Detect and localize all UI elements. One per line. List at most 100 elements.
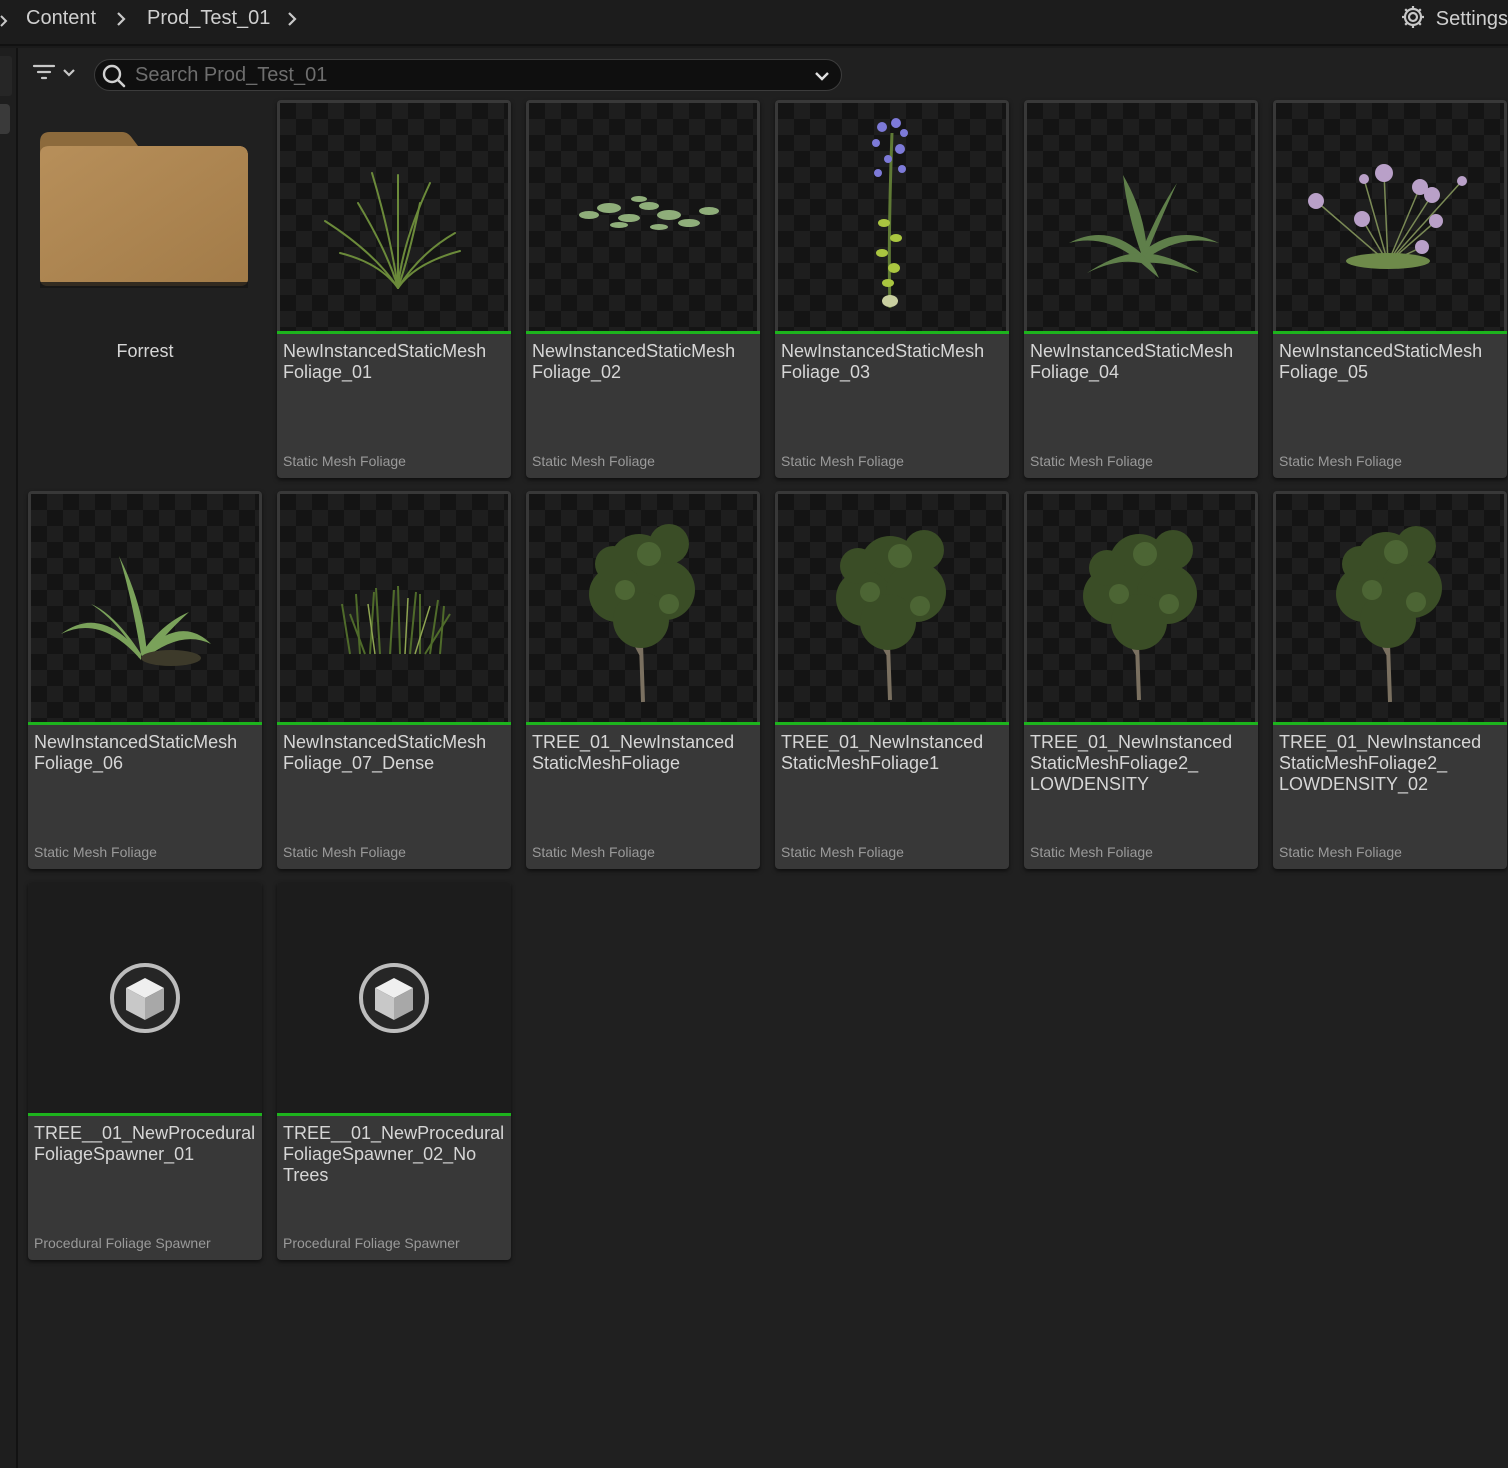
asset-type: Static Mesh Foliage — [781, 844, 904, 860]
spawner-cube-icon — [110, 963, 180, 1033]
asset-thumbnail — [280, 103, 508, 331]
asset-name: NewInstancedStaticMesh Foliage_07_Dense — [283, 732, 487, 773]
asset-type: Static Mesh Foliage — [1279, 844, 1402, 860]
asset-type: Procedural Foliage Spawner — [283, 1235, 460, 1251]
chevron-right-icon[interactable] — [0, 11, 12, 31]
grass-tuft-icon — [324, 172, 461, 289]
asset-tile[interactable]: NewInstancedStaticMesh Foliage_01 Static… — [277, 100, 511, 478]
asset-tile[interactable]: NewInstancedStaticMesh Foliage_04 Static… — [1024, 100, 1258, 478]
chevron-right-icon[interactable] — [285, 9, 299, 29]
gear-icon — [1400, 4, 1426, 35]
settings-label: Settings — [1435, 7, 1508, 30]
panel-handle[interactable] — [0, 104, 10, 134]
asset-tile[interactable]: TREE_01_NewInstanced StaticMeshFoliage1 … — [775, 491, 1009, 869]
asset-tile[interactable]: TREE_01_NewInstanced StaticMeshFoliage2_… — [1273, 491, 1507, 869]
asset-type: Static Mesh Foliage — [34, 844, 157, 860]
asset-name: NewInstancedStaticMesh Foliage_03 — [781, 341, 985, 382]
breadcrumb-item-content[interactable]: Content — [26, 7, 96, 30]
asset-type-color-bar — [526, 722, 760, 725]
asset-type: Static Mesh Foliage — [532, 844, 655, 860]
asset-type: Static Mesh Foliage — [1030, 453, 1153, 469]
asset-tile[interactable]: TREE__01_NewProcedural FoliageSpawner_01… — [28, 882, 262, 1260]
search-icon — [101, 63, 127, 89]
chevron-down-icon — [62, 65, 76, 83]
folder-icon — [38, 130, 250, 295]
asset-type-color-bar — [277, 722, 511, 725]
dense-grass-icon — [341, 585, 451, 655]
asset-tile[interactable]: NewInstancedStaticMesh Foliage_07_Dense … — [277, 491, 511, 869]
asset-thumbnail — [31, 494, 259, 722]
asset-thumbnail — [1027, 494, 1255, 722]
asset-name: TREE__01_NewProcedural FoliageSpawner_02… — [283, 1123, 505, 1185]
fern-icon — [61, 556, 211, 666]
asset-name: TREE_01_NewInstanced StaticMeshFoliage — [532, 732, 735, 773]
asset-type: Procedural Foliage Spawner — [34, 1235, 211, 1251]
ground-leaves-icon — [579, 196, 719, 230]
asset-name: TREE_01_NewInstanced StaticMeshFoliage1 — [781, 732, 984, 773]
tree-icon — [589, 524, 695, 703]
search-input[interactable] — [135, 62, 795, 88]
chevron-down-icon[interactable] — [813, 67, 831, 85]
asset-thumbnail — [28, 882, 262, 1113]
folder-name: Forrest — [116, 341, 174, 361]
asset-thumbnail — [1027, 103, 1255, 331]
asset-thumbnail — [1276, 494, 1504, 722]
blue-flower-icon — [872, 118, 908, 309]
breadcrumb: Content Prod_Test_01 Settings — [0, 0, 1508, 46]
breadcrumb-item-prod-test[interactable]: Prod_Test_01 — [147, 7, 270, 30]
asset-type-color-bar — [1024, 722, 1258, 725]
asset-name: NewInstancedStaticMesh Foliage_05 — [1279, 341, 1483, 382]
tree-icon — [836, 530, 946, 701]
asset-type-color-bar — [1273, 722, 1507, 725]
asset-name: NewInstancedStaticMesh Foliage_06 — [34, 732, 238, 773]
chevron-right-icon[interactable] — [114, 9, 128, 29]
asset-name: TREE_01_NewInstanced StaticMeshFoliage2_… — [1279, 732, 1482, 794]
tree-icon — [1336, 526, 1442, 703]
asset-type-color-bar — [775, 722, 1009, 725]
asset-tile[interactable]: TREE__01_NewProcedural FoliageSpawner_02… — [277, 882, 511, 1260]
asset-tile[interactable]: NewInstancedStaticMesh Foliage_05 Static… — [1273, 100, 1507, 478]
asset-thumbnail — [778, 494, 1006, 722]
asset-type-color-bar — [1024, 331, 1258, 334]
asset-type: Static Mesh Foliage — [781, 453, 904, 469]
content-browser: Forrest — [18, 48, 1508, 1468]
asset-thumbnail — [529, 494, 757, 722]
asset-tile[interactable]: NewInstancedStaticMesh Foliage_06 Static… — [28, 491, 262, 869]
asset-type-color-bar — [28, 1113, 262, 1116]
asset-type: Static Mesh Foliage — [1279, 453, 1402, 469]
filter-button[interactable] — [32, 60, 82, 88]
fern-bush-icon — [1069, 175, 1219, 278]
purple-flowers-icon — [1308, 164, 1467, 269]
asset-thumbnail — [778, 103, 1006, 331]
spawner-cube-icon — [359, 963, 429, 1033]
asset-tile[interactable]: NewInstancedStaticMesh Foliage_03 Static… — [775, 100, 1009, 478]
tree-icon — [1083, 530, 1197, 701]
asset-thumbnail — [529, 103, 757, 331]
folder-tile[interactable]: Forrest — [28, 100, 262, 478]
asset-type-color-bar — [277, 1113, 511, 1116]
settings-button[interactable]: Settings — [1400, 4, 1508, 34]
asset-name: NewInstancedStaticMesh Foliage_01 — [283, 341, 487, 382]
panel-tab[interactable] — [0, 56, 12, 96]
asset-name: NewInstancedStaticMesh Foliage_02 — [532, 341, 736, 382]
filter-icon — [32, 62, 56, 87]
asset-type: Static Mesh Foliage — [283, 844, 406, 860]
asset-name: TREE__01_NewProcedural FoliageSpawner_01 — [34, 1123, 256, 1164]
asset-type: Static Mesh Foliage — [532, 453, 655, 469]
asset-thumbnail — [277, 882, 511, 1113]
asset-type-color-bar — [277, 331, 511, 334]
sources-panel-collapsed — [0, 48, 18, 1468]
asset-tile[interactable]: TREE_01_NewInstanced StaticMeshFoliage2_… — [1024, 491, 1258, 869]
asset-type-color-bar — [1273, 331, 1507, 334]
search-box — [94, 59, 842, 91]
asset-thumbnail — [280, 494, 508, 722]
asset-type-color-bar — [526, 331, 760, 334]
asset-name: TREE_01_NewInstanced StaticMeshFoliage2_… — [1030, 732, 1233, 794]
asset-name: NewInstancedStaticMesh Foliage_04 — [1030, 341, 1234, 382]
asset-thumbnail — [1276, 103, 1504, 331]
asset-type: Static Mesh Foliage — [1030, 844, 1153, 860]
asset-tile[interactable]: TREE_01_NewInstanced StaticMeshFoliage S… — [526, 491, 760, 869]
asset-type-color-bar — [28, 722, 262, 725]
asset-tile[interactable]: NewInstancedStaticMesh Foliage_02 Static… — [526, 100, 760, 478]
asset-type-color-bar — [775, 331, 1009, 334]
